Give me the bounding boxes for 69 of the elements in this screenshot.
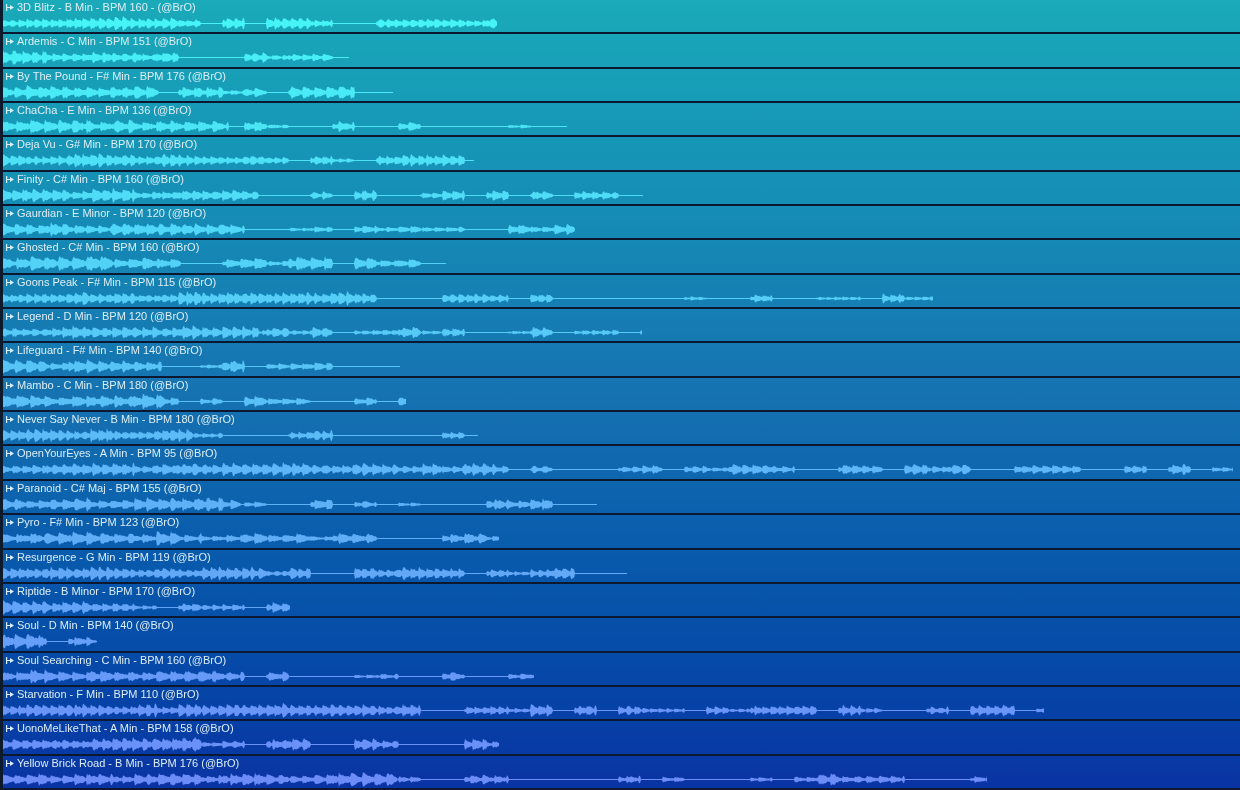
playlist-clip[interactable]: Mambo - C Min - BPM 180 (@BrO)	[3, 377, 1240, 413]
clip-title: Soul - D Min - BPM 140 (@BrO)	[17, 619, 174, 633]
arrow-icon	[6, 622, 14, 630]
arrow-icon	[6, 72, 14, 80]
arrow-icon	[6, 107, 14, 115]
playlist-clip[interactable]: OpenYourEyes - A Min - BPM 95 (@BrO)	[3, 446, 1240, 481]
clip-title: Finity - C# Min - BPM 160 (@BrO)	[17, 172, 185, 186]
arrow-icon	[6, 244, 14, 252]
arrow-icon	[6, 725, 14, 733]
arrow-icon	[6, 175, 14, 183]
arrow-icon	[6, 759, 14, 767]
arrow-icon	[6, 416, 14, 424]
playlist-clip[interactable]: By The Pound - F# Min - BPM 176 (@BrO)	[3, 68, 1240, 104]
clip-title: Soul Searching - C Min - BPM 160 (@BrO)	[17, 653, 227, 667]
clip-title: Legend - D Min - BPM 120 (@BrO)	[17, 310, 189, 324]
arrow-icon	[6, 347, 14, 355]
arrow-icon	[6, 210, 14, 218]
arrow-icon	[6, 141, 14, 149]
arrow-icon	[6, 553, 14, 561]
clip-title: Ardemis - C Min - BPM 151 (@BrO)	[17, 35, 192, 49]
clip-title: Starvation - F Min - BPM 110 (@BrO)	[17, 687, 200, 701]
arrow-icon	[6, 690, 14, 698]
arrow-icon	[6, 38, 14, 46]
clip-title: Mambo - C Min - BPM 180 (@BrO)	[17, 378, 189, 392]
arrow-icon	[6, 587, 14, 595]
playlist-clip[interactable]: Resurgence - G Min - BPM 119 (@BrO)	[3, 549, 1240, 584]
clip-title: Goons Peak - F# Min - BPM 115 (@BrO)	[17, 275, 217, 289]
playlist-clip[interactable]: Pyro - F# Min - BPM 123 (@BrO)	[3, 515, 1240, 550]
arrow-icon	[6, 278, 14, 286]
playlist-clip[interactable]: Goons Peak - F# Min - BPM 115 (@BrO)	[3, 274, 1240, 310]
playlist-clip[interactable]: Gaurdian - E Minor - BPM 120 (@BrO)	[3, 206, 1240, 241]
clip-title: Gaurdian - E Minor - BPM 120 (@BrO)	[17, 207, 207, 221]
clip-title: Ghosted - C# Min - BPM 160 (@BrO)	[17, 241, 200, 255]
clip-title: Yellow Brick Road - B Min - BPM 176 (@BrO)	[17, 756, 240, 770]
clip-title: Never Say Never - B Min - BPM 180 (@BrO)	[17, 413, 235, 427]
playlist-clip[interactable]: Starvation - F Min - BPM 110 (@BrO)	[3, 686, 1240, 722]
playlist-clip[interactable]: Riptide - B Minor - BPM 170 (@BrO)	[3, 583, 1240, 619]
arrow-icon	[6, 519, 14, 527]
clip-title: Riptide - B Minor - BPM 170 (@BrO)	[17, 584, 196, 598]
playlist-clip[interactable]: UonoMeLikeThat - A Min - BPM 158 (@BrO)	[3, 721, 1240, 756]
playlist-clip[interactable]: Ghosted - C# Min - BPM 160 (@BrO)	[3, 240, 1240, 275]
playlist-clip[interactable]: Ardemis - C Min - BPM 151 (@BrO)	[3, 34, 1240, 69]
arrow-icon	[6, 484, 14, 492]
clip-title: Paranoid - C# Maj - BPM 155 (@BrO)	[17, 481, 202, 495]
playlist-clip[interactable]: 3D Blitz - B Min - BPM 160 - (@BrO)	[3, 0, 1240, 35]
clip-title: Deja Vu - G# Min - BPM 170 (@BrO)	[17, 138, 198, 152]
playlist-clip[interactable]: Finity - C# Min - BPM 160 (@BrO)	[3, 171, 1240, 207]
arrow-icon	[6, 4, 14, 11]
clip-title: 3D Blitz - B Min - BPM 160 - (@BrO)	[17, 1, 196, 14]
playlist-clip[interactable]: Soul - D Min - BPM 140 (@BrO)	[3, 618, 1240, 653]
clip-title: Pyro - F# Min - BPM 123 (@BrO)	[17, 516, 180, 530]
clip-title: Resurgence - G Min - BPM 119 (@BrO)	[17, 550, 211, 564]
clip-title: OpenYourEyes - A Min - BPM 95 (@BrO)	[17, 447, 218, 461]
clip-title: Lifeguard - F# Min - BPM 140 (@BrO)	[17, 344, 203, 358]
playlist-clip[interactable]: Soul Searching - C Min - BPM 160 (@BrO)	[3, 652, 1240, 687]
playlist-clip[interactable]: Yellow Brick Road - B Min - BPM 176 (@BrO)	[3, 755, 1240, 790]
playlist-clip[interactable]: ChaCha - E Min - BPM 136 (@BrO)	[3, 103, 1240, 138]
clip-title: ChaCha - E Min - BPM 136 (@BrO)	[17, 104, 192, 118]
playlist-clip[interactable]: Paranoid - C# Maj - BPM 155 (@BrO)	[3, 480, 1240, 516]
playlist-clip[interactable]: Lifeguard - F# Min - BPM 140 (@BrO)	[3, 343, 1240, 378]
clip-title: UonoMeLikeThat - A Min - BPM 158 (@BrO)	[17, 722, 234, 736]
arrow-icon	[6, 313, 14, 321]
arrow-icon	[6, 450, 14, 458]
playlist-clip[interactable]: Never Say Never - B Min - BPM 180 (@BrO)	[3, 412, 1240, 447]
arrow-icon	[6, 656, 14, 664]
arrow-icon	[6, 381, 14, 389]
playlist-clip[interactable]: Legend - D Min - BPM 120 (@BrO)	[3, 309, 1240, 344]
clip-title: By The Pound - F# Min - BPM 176 (@BrO)	[17, 69, 227, 83]
playlist-clip[interactable]: Deja Vu - G# Min - BPM 170 (@BrO)	[3, 137, 1240, 172]
